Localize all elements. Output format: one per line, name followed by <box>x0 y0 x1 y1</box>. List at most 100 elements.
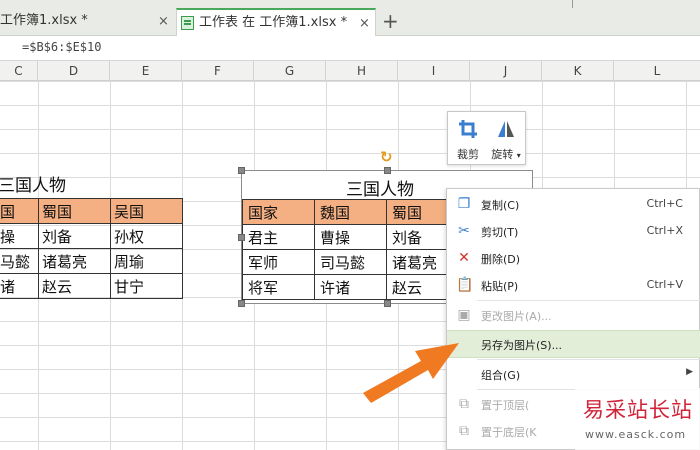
column-header[interactable]: F <box>182 61 254 81</box>
picture-mini-toolbar: 裁剪 旋转 ▾ <box>447 111 526 165</box>
menu-item-paste[interactable]: 📋 粘贴(P) Ctrl+V <box>447 272 700 299</box>
menu-item-label: 粘贴(P) <box>481 280 519 293</box>
resize-handle[interactable] <box>384 167 391 174</box>
shortcut: Ctrl+X <box>646 224 683 237</box>
chevron-down-icon: ▾ <box>516 151 521 160</box>
table-row: 军师 司马懿 诸葛亮 <box>242 249 459 275</box>
column-header[interactable]: I <box>398 61 470 81</box>
table-cell: 魏国 <box>314 199 387 225</box>
picture-table-title: 三国人物 <box>346 180 414 200</box>
close-icon[interactable]: × <box>359 11 370 37</box>
scissors-icon: ✂ <box>458 223 470 239</box>
tab-worksheet-in-workbook[interactable]: 工作表 在 工作簿1.xlsx * × <box>176 8 376 36</box>
table-row: 马懿 诸葛亮 周瑜 <box>0 248 183 274</box>
tab-workbook-label: 工作簿1.xlsx * <box>0 13 88 28</box>
tab-worksheet-label: 工作表 在 工作簿1.xlsx * <box>199 15 348 30</box>
menu-item-save-as-picture[interactable]: 另存为图片(S)... <box>447 330 700 358</box>
table-cell[interactable]: 诸 <box>0 273 39 299</box>
picture-icon: ▣ <box>457 307 471 323</box>
table-cell[interactable]: 马懿 <box>0 248 39 274</box>
table-cell[interactable]: 赵云 <box>38 273 111 299</box>
paste-icon: 📋 <box>456 277 474 293</box>
crop-label: 裁剪 <box>457 148 479 161</box>
watermark: 易采站长站 www.easck.com <box>575 388 700 450</box>
spreadsheet-icon <box>181 16 194 30</box>
table-cell[interactable]: 蜀国 <box>38 198 111 224</box>
table-cell: 国家 <box>242 199 315 225</box>
column-header[interactable]: C <box>0 61 38 81</box>
menu-item-label: 删除(D) <box>481 253 521 266</box>
table-row: 操 刘备 孙权 <box>0 223 183 249</box>
shortcut: Ctrl+C <box>646 197 683 210</box>
table-cell: 司马懿 <box>314 249 387 275</box>
left-table-title: 三国人物 <box>0 176 66 196</box>
chevron-right-icon: ▶ <box>686 367 693 377</box>
column-header-row: C D E F G H I J K L <box>0 61 700 81</box>
table-cell[interactable]: 诸葛亮 <box>38 248 111 274</box>
tab-bar: 工作簿1.xlsx * × 工作表 在 工作簿1.xlsx * × + <box>0 0 700 36</box>
close-icon[interactable]: × <box>158 9 169 35</box>
menu-item-label: 置于顶层( <box>481 399 530 412</box>
table-cell: 将军 <box>242 274 315 300</box>
menu-divider <box>477 359 700 360</box>
menu-item-change-picture[interactable]: ▣ 更改图片(A)... <box>447 302 700 329</box>
crop-icon <box>459 120 477 138</box>
table-cell[interactable]: 吴国 <box>110 198 183 224</box>
rotate-handle-icon[interactable]: ↻ <box>380 148 393 166</box>
menu-item-delete[interactable]: ✕ 删除(D) <box>447 245 700 272</box>
resize-handle[interactable] <box>384 300 391 307</box>
menu-item-label: 复制(C) <box>481 199 520 212</box>
menu-item-label: 另存为图片(S)... <box>481 339 563 352</box>
table-cell[interactable]: 操 <box>0 223 39 249</box>
table-cell: 许诸 <box>314 274 387 300</box>
watermark-url: www.easck.com <box>585 428 687 441</box>
formula-bar[interactable]: =$B$6:$E$10 <box>0 37 700 61</box>
menu-item-copy[interactable]: ❐ 复制(C) Ctrl+C <box>447 191 700 218</box>
table-row: 君主 曹操 刘备 <box>242 224 459 250</box>
table-cell[interactable]: 刘备 <box>38 223 111 249</box>
column-header[interactable]: E <box>110 61 182 81</box>
resize-handle[interactable] <box>238 300 245 307</box>
column-header[interactable]: K <box>542 61 614 81</box>
table-row: 诸 赵云 甘宁 <box>0 273 183 299</box>
rotate-text: 旋转 <box>491 148 514 161</box>
table-row: 国家 魏国 蜀国 <box>242 199 459 225</box>
watermark-brand: 易采站长站 <box>583 398 693 422</box>
table-cell: 曹操 <box>314 224 387 250</box>
column-header[interactable]: L <box>614 61 700 81</box>
resize-handle[interactable] <box>238 234 245 241</box>
delete-icon: ✕ <box>458 250 470 266</box>
column-header[interactable]: J <box>470 61 542 81</box>
tab-workbook[interactable]: 工作簿1.xlsx * × <box>0 8 176 36</box>
menu-item-label: 剪切(T) <box>481 226 519 239</box>
table-cell: 军师 <box>242 249 315 275</box>
formula-text[interactable]: =$B$6:$E$10 <box>22 40 101 54</box>
table-cell[interactable]: 国 <box>0 198 39 224</box>
menu-item-cut[interactable]: ✂ 剪切(T) Ctrl+X <box>447 218 700 245</box>
rotate-button[interactable]: 旋转 ▾ <box>486 118 526 162</box>
table-cell[interactable]: 孙权 <box>110 223 183 249</box>
column-header[interactable]: D <box>38 61 110 81</box>
rotate-icon <box>498 121 514 137</box>
copy-icon: ❐ <box>457 196 471 212</box>
table-row: 将军 许诸 赵云 <box>242 274 459 300</box>
menu-item-label: 组合(G) <box>481 369 521 382</box>
new-tab-icon[interactable]: + <box>382 8 399 34</box>
shortcut: Ctrl+V <box>646 278 683 291</box>
send-to-back-icon: ⧉ <box>459 423 469 439</box>
pointer-arrow-icon <box>363 343 459 403</box>
column-header[interactable]: G <box>254 61 326 81</box>
menu-item-group[interactable]: 组合(G) ▶ <box>447 361 700 388</box>
menu-item-label: 更改图片(A)... <box>481 310 552 323</box>
menu-divider <box>477 300 700 301</box>
menu-item-label: 置于底层(K <box>481 426 537 439</box>
column-header[interactable]: H <box>326 61 398 81</box>
picture-table: 国家 魏国 蜀国 君主 曹操 刘备 军师 司马懿 诸葛亮 将军 许诸 赵云 <box>242 199 459 300</box>
resize-handle[interactable] <box>238 167 245 174</box>
table-cell[interactable]: 甘宁 <box>110 273 183 299</box>
table-cell: 君主 <box>242 224 315 250</box>
left-table: 国 蜀国 吴国 操 刘备 孙权 马懿 诸葛亮 周瑜 诸 赵云 甘宁 <box>0 198 183 299</box>
crop-button[interactable]: 裁剪 <box>450 118 486 162</box>
rotate-label: 旋转 ▾ <box>486 146 526 162</box>
table-cell[interactable]: 周瑜 <box>110 248 183 274</box>
